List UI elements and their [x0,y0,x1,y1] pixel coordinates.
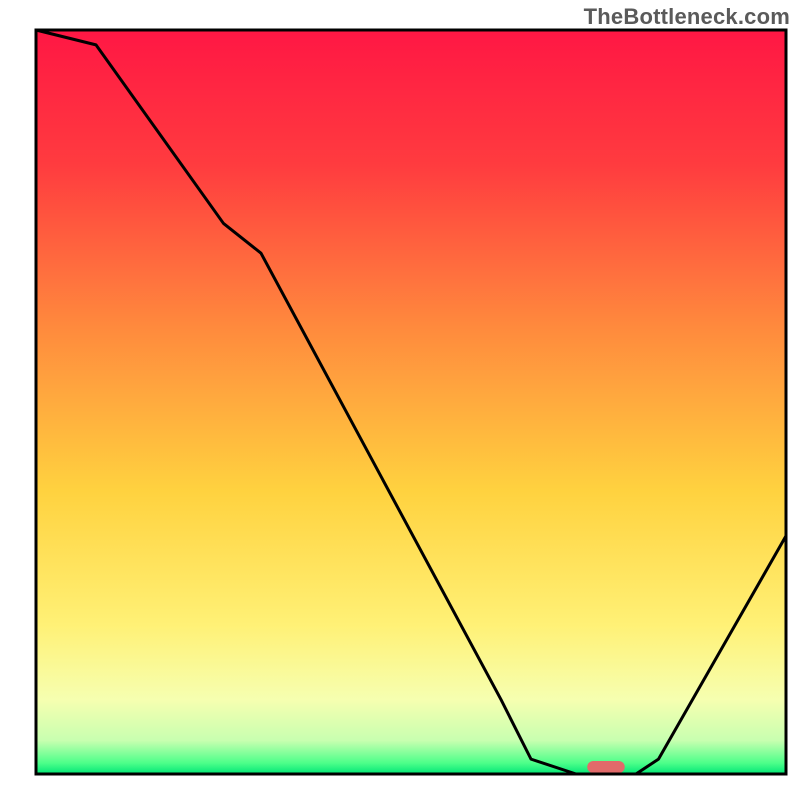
target-marker [587,761,625,773]
bottleneck-chart [0,0,800,800]
chart-container: TheBottleneck.com [0,0,800,800]
plot-background [36,30,786,774]
